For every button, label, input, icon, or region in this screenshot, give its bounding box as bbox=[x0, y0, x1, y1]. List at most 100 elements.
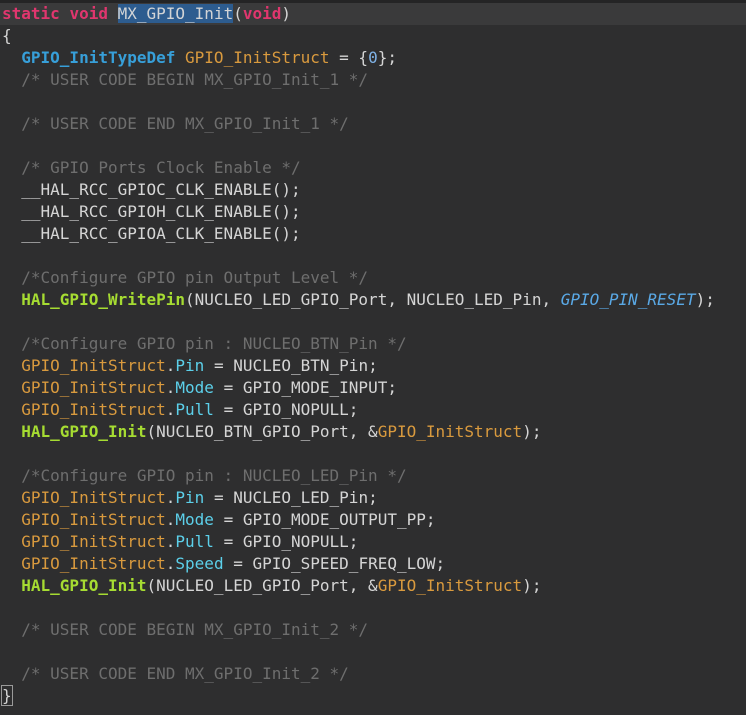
code-line[interactable]: HAL_GPIO_WritePin(NUCLEO_LED_GPIO_Port, … bbox=[0, 289, 746, 311]
code-token: GPIO_InitStruct bbox=[21, 488, 166, 507]
code-token: . bbox=[165, 400, 176, 419]
code-token: GPIO_InitStruct bbox=[377, 422, 523, 441]
code-token: /* USER CODE END MX_GPIO_Init_1 */ bbox=[2, 114, 349, 133]
code-token: HAL_GPIO_Init bbox=[21, 576, 147, 595]
code-token: ); bbox=[695, 290, 715, 309]
code-line[interactable]: /* USER CODE END MX_GPIO_Init_1 */ bbox=[0, 113, 746, 135]
code-token: = GPIO_MODE_INPUT; bbox=[213, 378, 397, 397]
code-line[interactable] bbox=[0, 135, 746, 157]
code-token: (NUCLEO_BTN_GPIO_Port, & bbox=[146, 422, 378, 441]
code-token: GPIO_InitStruct bbox=[21, 554, 166, 573]
code-token: Mode bbox=[175, 510, 214, 529]
code-token: . bbox=[165, 356, 176, 375]
code-line[interactable]: GPIO_InitStruct.Pin = NUCLEO_LED_Pin; bbox=[0, 487, 746, 509]
code-line[interactable] bbox=[0, 597, 746, 619]
code-token: /* USER CODE BEGIN MX_GPIO_Init_1 */ bbox=[2, 70, 369, 89]
code-line[interactable]: GPIO_InitStruct.Mode = GPIO_MODE_INPUT; bbox=[0, 377, 746, 399]
code-editor[interactable]: static void MX_GPIO_Init(void){ GPIO_Ini… bbox=[0, 0, 746, 715]
selected-word-highlight: MX_GPIO_Init bbox=[117, 4, 234, 23]
code-token: GPIO_InitStruct bbox=[21, 532, 166, 551]
code-token: /*Configure GPIO pin : NUCLEO_BTN_Pin */ bbox=[2, 334, 407, 353]
code-line[interactable]: GPIO_InitStruct.Pull = GPIO_NOPULL; bbox=[0, 531, 746, 553]
code-token: = GPIO_MODE_OUTPUT_PP; bbox=[213, 510, 436, 529]
code-line[interactable]: GPIO_InitStruct.Speed = GPIO_SPEED_FREQ_… bbox=[0, 553, 746, 575]
code-line[interactable]: GPIO_InitStruct.Pull = GPIO_NOPULL; bbox=[0, 399, 746, 421]
code-line[interactable] bbox=[0, 641, 746, 663]
code-line[interactable]: /*Configure GPIO pin Output Level */ bbox=[0, 267, 746, 289]
code-line[interactable]: /* GPIO Ports Clock Enable */ bbox=[0, 157, 746, 179]
code-line[interactable]: /* USER CODE END MX_GPIO_Init_2 */ bbox=[0, 663, 746, 685]
code-line[interactable]: HAL_GPIO_Init(NUCLEO_LED_GPIO_Port, &GPI… bbox=[0, 575, 746, 597]
matched-brace: } bbox=[1, 685, 13, 706]
code-token: . bbox=[165, 532, 176, 551]
code-line[interactable]: /*Configure GPIO pin : NUCLEO_LED_Pin */ bbox=[0, 465, 746, 487]
code-token: GPIO_InitStruct bbox=[21, 510, 166, 529]
code-token: GPIO_PIN_RESET bbox=[560, 290, 696, 309]
code-token: (NUCLEO_LED_GPIO_Port, NUCLEO_LED_Pin, bbox=[185, 290, 561, 309]
code-token: GPIO_InitStruct bbox=[21, 400, 166, 419]
code-token: GPIO_InitTypeDef bbox=[21, 48, 176, 67]
code-token: Mode bbox=[175, 378, 214, 397]
code-token: GPIO_InitStruct bbox=[377, 576, 523, 595]
code-line[interactable]: __HAL_RCC_GPIOA_CLK_ENABLE(); bbox=[0, 223, 746, 245]
code-line[interactable]: /* USER CODE BEGIN MX_GPIO_Init_1 */ bbox=[0, 69, 746, 91]
code-line[interactable]: { bbox=[0, 25, 746, 47]
code-line[interactable]: /* USER CODE BEGIN MX_GPIO_Init_2 */ bbox=[0, 619, 746, 641]
code-token: /* USER CODE BEGIN MX_GPIO_Init_2 */ bbox=[2, 620, 369, 639]
code-token: GPIO_InitStruct bbox=[185, 48, 330, 67]
code-token: = GPIO_SPEED_FREQ_LOW; bbox=[223, 554, 446, 573]
code-token: Speed bbox=[175, 554, 224, 573]
code-token: ( bbox=[233, 4, 243, 23]
code-token: ); bbox=[522, 422, 542, 441]
code-line-current[interactable]: static void MX_GPIO_Init(void) bbox=[0, 3, 746, 25]
code-token: __HAL_RCC_GPIOH_CLK_ENABLE(); bbox=[2, 202, 301, 221]
code-token: HAL_GPIO_WritePin bbox=[21, 290, 186, 309]
code-token: }; bbox=[377, 48, 397, 67]
code-line[interactable] bbox=[0, 311, 746, 333]
code-token: GPIO_InitStruct bbox=[21, 378, 166, 397]
code-token: Pin bbox=[175, 488, 205, 507]
code-token: . bbox=[165, 378, 176, 397]
code-token: = NUCLEO_LED_Pin; bbox=[204, 488, 378, 507]
code-line[interactable]: } bbox=[0, 685, 746, 707]
code-token: ) bbox=[281, 4, 292, 23]
code-token: = NUCLEO_BTN_Pin; bbox=[204, 356, 378, 375]
code-line[interactable] bbox=[0, 91, 746, 113]
code-token: Pull bbox=[175, 532, 214, 551]
code-token: /*Configure GPIO pin Output Level */ bbox=[2, 268, 369, 287]
code-token: (NUCLEO_LED_GPIO_Port, & bbox=[146, 576, 378, 595]
code-token: { bbox=[2, 26, 12, 45]
code-line[interactable]: __HAL_RCC_GPIOC_CLK_ENABLE(); bbox=[0, 179, 746, 201]
code-area[interactable]: static void MX_GPIO_Init(void){ GPIO_Ini… bbox=[0, 3, 746, 707]
code-token: . bbox=[165, 510, 176, 529]
code-line[interactable]: GPIO_InitStruct.Mode = GPIO_MODE_OUTPUT_… bbox=[0, 509, 746, 531]
code-token: . bbox=[165, 488, 176, 507]
code-token: ); bbox=[522, 576, 542, 595]
code-line[interactable]: GPIO_InitTypeDef GPIO_InitStruct = {0}; bbox=[0, 47, 746, 69]
code-line[interactable]: __HAL_RCC_GPIOH_CLK_ENABLE(); bbox=[0, 201, 746, 223]
code-token: void bbox=[242, 4, 282, 23]
code-token: void bbox=[69, 4, 108, 23]
code-token: __HAL_RCC_GPIOA_CLK_ENABLE(); bbox=[2, 224, 301, 243]
code-line[interactable]: GPIO_InitStruct.Pin = NUCLEO_BTN_Pin; bbox=[0, 355, 746, 377]
code-token: = GPIO_NOPULL; bbox=[213, 400, 359, 419]
code-token: Pull bbox=[175, 400, 214, 419]
code-line[interactable]: /*Configure GPIO pin : NUCLEO_BTN_Pin */ bbox=[0, 333, 746, 355]
code-line[interactable]: HAL_GPIO_Init(NUCLEO_BTN_GPIO_Port, &GPI… bbox=[0, 421, 746, 443]
code-line[interactable] bbox=[0, 443, 746, 465]
code-token: . bbox=[165, 554, 176, 573]
code-line[interactable] bbox=[0, 245, 746, 267]
code-token: GPIO_InitStruct bbox=[21, 356, 166, 375]
